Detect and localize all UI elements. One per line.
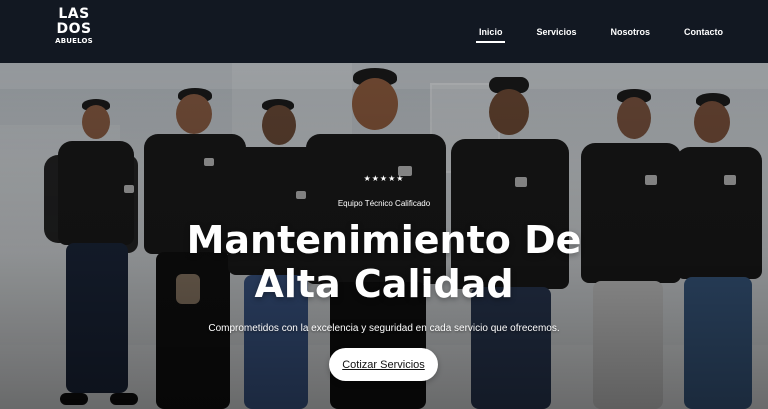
nav-item-contacto[interactable]: Contacto xyxy=(681,23,726,41)
cotizar-servicios-button[interactable]: Cotizar Servicios xyxy=(329,348,438,381)
main-nav: Inicio Servicios Nosotros Contacto xyxy=(475,0,726,63)
site-header: LAS DOS ABUELOS Inicio Servicios Nosotro… xyxy=(0,0,768,63)
logo-line-1: LAS xyxy=(58,6,90,22)
nav-item-inicio[interactable]: Inicio xyxy=(475,23,506,43)
nav-item-nosotros[interactable]: Nosotros xyxy=(607,23,653,41)
brand-logo[interactable]: LAS DOS ABUELOS xyxy=(55,6,93,55)
logo-line-3: ABUELOS xyxy=(55,37,93,45)
logo-line-2: DOS xyxy=(56,21,92,37)
nav-item-servicios[interactable]: Servicios xyxy=(533,23,579,41)
